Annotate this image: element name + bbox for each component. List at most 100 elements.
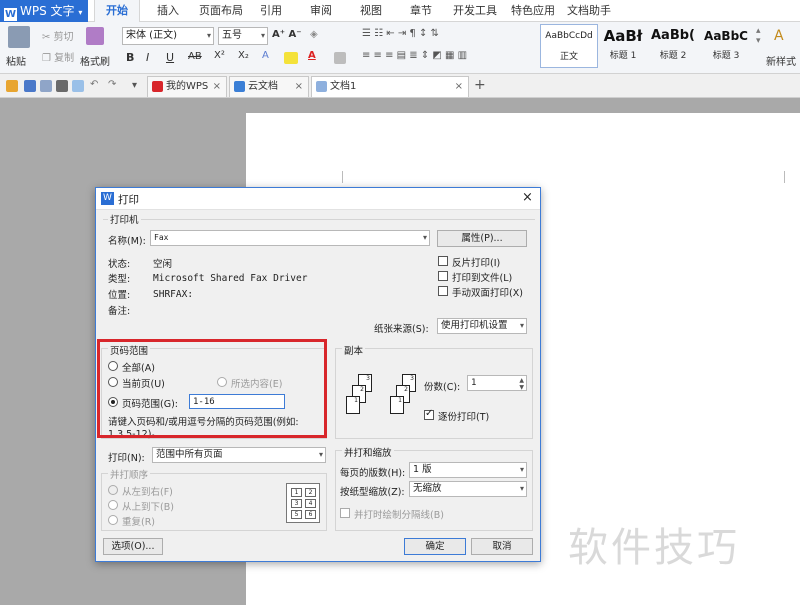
format-painter-icon[interactable]: [86, 27, 104, 45]
print-what-label: 打印(N):: [108, 453, 145, 464]
copies-count-label: 份数(C):: [424, 382, 461, 393]
properties-button[interactable]: 属性(P)...: [437, 230, 527, 247]
printer-group-label: 打印机: [108, 212, 141, 226]
order-repeat-label: 重复(R): [122, 517, 156, 528]
style-normal[interactable]: AaBbCcDd 正文: [540, 24, 598, 68]
status-value: 空闲: [153, 259, 173, 270]
type-label: 类型:: [108, 274, 131, 285]
italic-button[interactable]: I: [146, 51, 149, 64]
type-value: Microsoft Shared Fax Driver: [153, 273, 308, 284]
tab-insert[interactable]: 插入: [150, 0, 186, 22]
strikethrough-button[interactable]: AB: [188, 51, 202, 62]
tab-document-1[interactable]: 文档1 ×: [311, 76, 469, 97]
export-pdf-icon[interactable]: [40, 80, 52, 92]
char-shading-icon[interactable]: [334, 52, 346, 64]
copies-spinner[interactable]: 1 ▲ ▼: [467, 375, 527, 391]
collate-checkbox[interactable]: ✓: [424, 408, 434, 420]
subscript-button[interactable]: X₂: [238, 50, 249, 61]
new-style-button[interactable]: 新样式: [766, 53, 796, 68]
pages-per-sheet-select[interactable]: 1 版 ▾: [409, 462, 527, 478]
grow-font-button[interactable]: A⁺ A⁻: [272, 29, 302, 40]
ok-button[interactable]: 确定: [404, 538, 466, 555]
tab-special[interactable]: 特色应用: [508, 0, 558, 22]
order-ltr-radio[interactable]: [108, 485, 118, 495]
scale-select[interactable]: 无缩放 ▾: [409, 481, 527, 497]
style-h2-sample: AaBb(: [651, 28, 695, 43]
tab-references[interactable]: 引用: [254, 0, 288, 22]
paper-source-select[interactable]: 使用打印机设置 ▾: [437, 318, 527, 334]
text-effect-icon[interactable]: A: [262, 50, 269, 61]
dialog-title: 打印: [118, 194, 139, 206]
paste-button[interactable]: 粘贴: [6, 53, 26, 68]
open-icon[interactable]: [6, 80, 18, 92]
style-heading-3[interactable]: AaBbC 标题 3: [700, 24, 752, 64]
style-heading-2[interactable]: AaBb( 标题 2: [648, 24, 698, 64]
printer-name-select[interactable]: Fax ▾: [150, 230, 430, 246]
style-h2-label: 标题 2: [659, 51, 687, 61]
tab-chapter[interactable]: 章节: [404, 0, 438, 22]
order-ttb-radio[interactable]: [108, 500, 118, 510]
clear-format-icon[interactable]: ◈: [310, 29, 318, 40]
align-buttons[interactable]: ≡ ≡ ≡ ▤ ≣ ⇕ ◩ ▦ ▥: [362, 50, 467, 61]
font-color-icon[interactable]: A: [308, 50, 316, 61]
styles-scroll-icon[interactable]: ▴ ▾: [756, 26, 761, 46]
print-to-file-checkbox[interactable]: [438, 271, 448, 281]
zoom-group-label: 并打和缩放: [342, 445, 394, 459]
tab-doc-assistant[interactable]: 文档助手: [564, 0, 614, 22]
close-icon[interactable]: ×: [522, 190, 533, 205]
highlight-box: [97, 339, 327, 438]
reverse-print-checkbox[interactable]: [438, 256, 448, 266]
order-repeat-radio[interactable]: [108, 515, 118, 525]
customize-dropdown-icon[interactable]: ▾: [132, 80, 137, 91]
close-icon[interactable]: ×: [295, 77, 303, 97]
font-size-select[interactable]: 五号 ▾: [218, 27, 268, 45]
draw-lines-checkbox[interactable]: [340, 508, 350, 518]
cancel-button[interactable]: 取消: [471, 538, 533, 555]
tab-developer[interactable]: 开发工具: [450, 0, 500, 22]
underline-button[interactable]: U: [166, 51, 174, 64]
paper-source-label: 纸张来源(S):: [374, 324, 429, 335]
add-tab-icon[interactable]: +: [474, 77, 486, 93]
save-icon[interactable]: [24, 80, 36, 92]
paste-icon[interactable]: [8, 26, 30, 48]
order-ltr-label: 从左到右(F): [122, 487, 173, 498]
copy-button[interactable]: ❐ 复制: [42, 49, 74, 64]
options-button[interactable]: 选项(O)...: [103, 538, 163, 555]
tab-review[interactable]: 审阅: [304, 0, 338, 22]
cut-button[interactable]: ✂ 剪切: [42, 28, 74, 43]
manual-duplex-checkbox[interactable]: [438, 286, 448, 296]
order-ttb-label: 从上到下(B): [122, 502, 174, 513]
status-label: 状态:: [108, 259, 131, 270]
style-h1-sample: AaBł: [603, 27, 643, 45]
list-buttons[interactable]: ☰ ☷ ⇤ ⇥ ¶ ↕ ⇅: [362, 28, 439, 39]
wps-tab-icon: [152, 81, 163, 92]
ribbon: 粘贴 ✂ 剪切 ❐ 复制 格式刷 宋体 (正文) ▾ 五号 ▾ A⁺ A⁻ ◈ B …: [0, 22, 800, 74]
close-icon[interactable]: ×: [455, 77, 463, 97]
tab-cloud-docs[interactable]: 云文档 ×: [229, 76, 309, 97]
style-heading-1[interactable]: AaBł 标题 1: [598, 24, 648, 64]
superscript-button[interactable]: X²: [214, 50, 225, 61]
dialog-title-bar: W 打印 ×: [96, 188, 540, 210]
print-icon[interactable]: [56, 80, 68, 92]
style-h3-sample: AaBbC: [704, 29, 748, 43]
document-tab-icon: [316, 81, 327, 92]
close-icon[interactable]: ×: [213, 77, 221, 97]
font-name-select[interactable]: 宋体 (正文) ▾: [122, 27, 214, 45]
style-normal-label: 正文: [559, 52, 578, 62]
preview-icon[interactable]: [72, 80, 84, 92]
redo-icon[interactable]: ↷: [108, 79, 116, 90]
wps-app-menu-button[interactable]: W WPS 文字 ▾: [0, 0, 88, 22]
undo-icon[interactable]: ↶: [90, 79, 98, 90]
printer-name-label: 名称(M):: [108, 236, 146, 247]
print-what-select[interactable]: 范围中所有页面 ▾: [152, 447, 326, 463]
new-style-icon[interactable]: A: [774, 28, 784, 44]
copies-group-label: 副本: [342, 343, 366, 357]
format-painter-button[interactable]: 格式刷: [80, 53, 110, 68]
highlight-icon[interactable]: [284, 52, 298, 64]
scale-label: 按纸型缩放(Z):: [340, 487, 405, 498]
tab-home[interactable]: 开始: [94, 0, 140, 22]
tab-page-layout[interactable]: 页面布局: [196, 0, 246, 22]
bold-button[interactable]: B: [126, 51, 134, 64]
tab-view[interactable]: 视图: [354, 0, 388, 22]
tab-my-wps[interactable]: 我的WPS ×: [147, 76, 227, 97]
